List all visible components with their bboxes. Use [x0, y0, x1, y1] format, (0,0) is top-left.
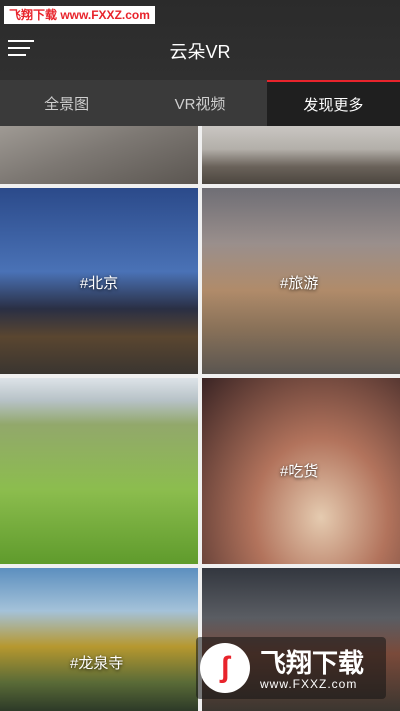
tab-bar: 全景图 VR视频 发现更多 — [0, 80, 400, 126]
grid-item-tag: #吃货 — [280, 463, 319, 480]
tab-panorama[interactable]: 全景图 — [0, 80, 134, 126]
grid-item-landscape[interactable] — [0, 378, 198, 564]
grid-item-longquan-temple[interactable]: #龙泉寺 — [0, 568, 198, 711]
grid-item-tag: #龙泉寺 — [70, 655, 124, 672]
grid-item-travel[interactable]: #旅游 — [202, 188, 400, 374]
grid-item-tag: #北京 — [79, 275, 119, 292]
brand-logo-icon: ʃ — [200, 643, 250, 693]
tab-discover-more[interactable]: 发现更多 — [266, 80, 400, 126]
app-title: 云朵VR — [169, 42, 231, 62]
tab-vr-video[interactable]: VR视频 — [133, 80, 267, 126]
grid-item-partial-coast[interactable] — [202, 126, 400, 184]
brand-url: www.FXXZ.com — [260, 677, 358, 691]
grid-item-partial-steps[interactable] — [0, 126, 198, 184]
watermark-brand: ʃ 飞翔下载 www.FXXZ.com — [196, 637, 386, 699]
grid-item-beijing[interactable]: #北京 — [0, 188, 198, 374]
brand-name: 飞翔下载 — [260, 648, 365, 678]
grid-item-tag: #旅游 — [280, 275, 319, 292]
discover-grid: #北京 #旅游 #吃货 #龙泉寺 — [0, 126, 400, 711]
watermark-top: 飞翔下载 www.FXXZ.com — [4, 6, 155, 24]
grid-item-foodie[interactable]: #吃货 — [202, 378, 400, 564]
